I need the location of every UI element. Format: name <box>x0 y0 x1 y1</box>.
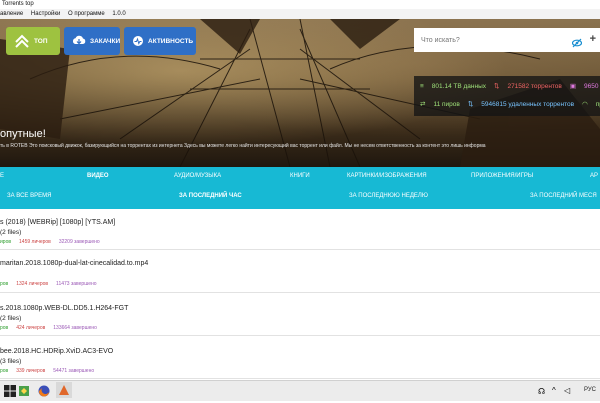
torrent-stats: ров 339 личеров 54471 завершено <box>0 368 94 374</box>
torrent-list: s (2018) [WEBRip] [1080p] [YTS.AM] (2 fi… <box>0 209 600 380</box>
double-chevron-up-icon <box>14 33 30 49</box>
torrent-files: (2 files) <box>0 315 22 322</box>
person-icon[interactable]: ☊ <box>538 387 545 396</box>
category-bar: Е ВИДЕО АУДИО/МУЗЫКА КНИГИ КАРТИНКИ/ИЗОБ… <box>0 167 600 209</box>
tab-category-apps[interactable]: ПРИЛОЖЕНИЯ/ИГРЫ <box>471 173 533 179</box>
torrent-peers: иров <box>0 239 12 245</box>
torrent-peers: ров <box>0 281 9 287</box>
tab-category-audio[interactable]: АУДИО/МУЗЫКА <box>174 173 221 179</box>
menu-item-view[interactable]: авление <box>0 11 23 17</box>
torrent-leechers: 424 личеров <box>16 325 46 331</box>
tab-category-all[interactable]: Е <box>0 173 4 179</box>
torrent-title[interactable]: s.2018.1080p.WEB-DL.DD5.1.H264-FGT <box>0 305 128 312</box>
torrent-leechers: 1459 личеров <box>19 239 51 245</box>
torrent-stats: ров 424 личеров 133664 завершено <box>0 325 97 331</box>
stat-files: 9650 <box>584 83 599 90</box>
torrent-row[interactable]: s (2018) [WEBRip] [1080p] [YTS.AM] (2 fi… <box>0 209 600 250</box>
torrent-icon: ⇅ <box>494 83 500 90</box>
top-button-label: ТОП <box>34 37 48 45</box>
torrent-leechers: 1324 личеров <box>16 281 49 287</box>
torrent-title[interactable]: s (2018) [WEBRip] [1080p] [YTS.AM] <box>0 219 115 226</box>
torrent-row[interactable]: bee.2018.HC.HDRip.XviD.AC3-EVO (3 files)… <box>0 338 600 379</box>
menu-item-settings[interactable]: Настройки <box>31 11 60 17</box>
wifi-icon: ◠ <box>582 101 588 108</box>
tab-category-images[interactable]: КАРТИНКИ/ИЗОБРАЖЕНИЯ <box>347 173 427 179</box>
torrent-peers: ров <box>0 368 9 374</box>
welcome-heading: опутные! <box>0 128 46 140</box>
menu-item-version: 1.0.0 <box>112 11 126 17</box>
tab-time-hour[interactable]: ЗА ПОСЛЕДНИЙ ЧАС <box>179 193 242 199</box>
tab-time-month[interactable]: ЗА ПОСЛЕДНИЙ МЕСЯ <box>530 193 597 199</box>
chevron-up-icon[interactable]: ^ <box>552 386 556 395</box>
window-title: Torrents top <box>0 0 600 9</box>
torrent-title[interactable]: maritan.2018.1080p-dual-lat-cinecalidad.… <box>0 260 148 267</box>
tab-category-video[interactable]: ВИДЕО <box>87 173 109 179</box>
stat-other: пр <box>595 101 600 108</box>
peers-icon: ⇄ <box>420 101 426 108</box>
stat-torrents: 271582 торрентов <box>507 83 562 90</box>
torrent-files: (3 files) <box>0 358 22 365</box>
top-button[interactable]: ТОП <box>6 27 60 55</box>
language-indicator[interactable]: РУС <box>584 387 596 393</box>
downloads-button[interactable]: ЗАКАЧКИ <box>64 27 120 55</box>
stats-panel: ≡ 801.14 TB данных ⇅ 271582 торрентов ▣ … <box>414 76 600 116</box>
tab-category-archives[interactable]: АР <box>590 173 598 179</box>
cloud-download-icon <box>72 35 86 47</box>
torrent-completed: 133664 завершено <box>53 325 97 331</box>
welcome-description: ть в ROTEB Это поисковый движок, базирую… <box>0 143 486 149</box>
torrent-row[interactable]: maritan.2018.1080p-dual-lat-cinecalidad.… <box>0 252 600 293</box>
search-box: + <box>414 28 600 52</box>
tab-time-week[interactable]: ЗА ПОСЛЕДНЮЮ НЕДЕЛЮ <box>349 193 428 199</box>
stat-peers: 11 пиров <box>433 101 460 108</box>
downloads-button-label: ЗАКАЧКИ <box>90 37 121 45</box>
firefox-icon[interactable] <box>38 384 50 402</box>
torrent-stats: иров 1459 личеров 32209 завершено <box>0 239 100 245</box>
torrent-stats: ров 1324 личеров 11473 завершено <box>0 281 97 287</box>
torrent-leechers: 339 личеров <box>16 368 46 374</box>
torrent-row[interactable]: s.2018.1080p.WEB-DL.DD5.1.H264-FGT (2 fi… <box>0 295 600 336</box>
apps-icon[interactable] <box>18 384 30 402</box>
file-icon: ▣ <box>569 83 577 90</box>
taskbar: ☊ ^ ◁ РУС <box>0 380 600 401</box>
menu-item-about[interactable]: О программе <box>68 11 105 17</box>
stat-removed: 5946815 удаленных торрентов <box>481 101 575 108</box>
torrent-completed: 32209 завершено <box>58 239 100 245</box>
tab-category-books[interactable]: КНИГИ <box>290 173 310 179</box>
search-input[interactable] <box>419 35 563 45</box>
stat-data-size: 801.14 TB данных <box>431 83 486 90</box>
eye-off-icon[interactable] <box>571 35 583 53</box>
removed-icon: ⇅ <box>467 101 474 108</box>
torrent-completed: 54471 завершено <box>53 368 95 374</box>
add-icon[interactable]: + <box>590 33 596 45</box>
torrent-completed: 11473 завершено <box>56 281 97 287</box>
torrent-title[interactable]: bee.2018.HC.HDRip.XviD.AC3-EVO <box>0 348 113 355</box>
activity-button[interactable]: АКТИВНОСТЬ <box>124 27 196 55</box>
tab-time-all[interactable]: ЗА ВСЕ ВРЕМЯ <box>7 193 51 199</box>
torrent-peers: ров <box>0 325 9 331</box>
windows-start-icon[interactable] <box>4 384 16 402</box>
activity-icon <box>132 35 144 47</box>
speaker-icon[interactable]: ◁ <box>564 386 570 395</box>
activity-button-label: АКТИВНОСТЬ <box>148 37 194 45</box>
database-icon: ≡ <box>420 83 424 90</box>
torrent-files: (2 files) <box>0 229 22 236</box>
